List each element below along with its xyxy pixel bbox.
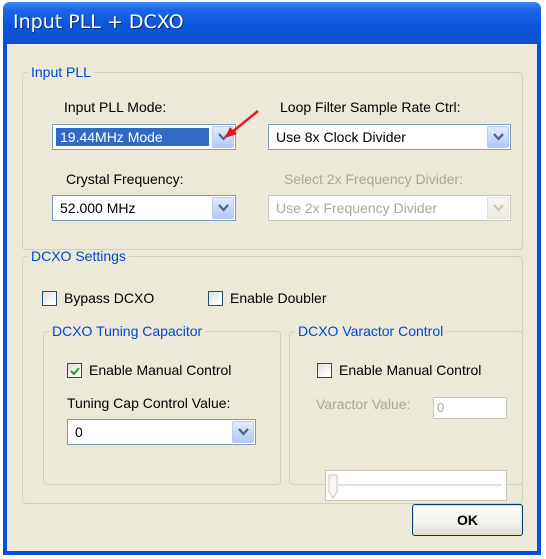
tuning-manual-control-checkbox[interactable]: Enable Manual Control xyxy=(67,362,267,382)
tuning-manual-control-checkbox-box[interactable] xyxy=(67,363,82,378)
varactor-value-label: Varactor Value: xyxy=(316,396,411,412)
bypass-dcxo-label: Bypass DCXO xyxy=(64,290,155,306)
enable-doubler-checkbox-box[interactable] xyxy=(208,291,223,306)
title-bar[interactable]: Input PLL + DCXO xyxy=(3,2,541,44)
varactor-manual-control-checkbox-box[interactable] xyxy=(317,363,332,378)
loop-filter-label: Loop Filter Sample Rate Ctrl: xyxy=(280,99,461,115)
dcxo-tuning-capacitor-legend: DCXO Tuning Capacitor xyxy=(52,323,203,339)
input-pll-mode-select[interactable]: 19.44MHz Mode xyxy=(52,124,236,150)
chevron-down-icon[interactable] xyxy=(487,126,509,148)
tuning-manual-control-label: Enable Manual Control xyxy=(89,362,232,378)
frequency-divider-value: Use 2x Frequency Divider xyxy=(276,200,438,216)
slider-thumb xyxy=(328,474,338,499)
dialog-window: Input PLL + DCXO Input PLL Input PLL Mod… xyxy=(3,2,541,555)
checkmark-icon xyxy=(70,367,80,376)
red-annotation-arrow-icon xyxy=(225,110,259,138)
bypass-dcxo-checkbox-box[interactable] xyxy=(42,291,57,306)
frequency-divider-label: Select 2x Frequency Divider: xyxy=(284,171,463,187)
input-pll-group: Input PLL xyxy=(22,64,523,250)
input-pll-mode-value: 19.44MHz Mode xyxy=(56,128,209,146)
tuning-cap-control-label: Tuning Cap Control Value: xyxy=(67,395,231,411)
tuning-cap-control-value: 0 xyxy=(75,424,83,440)
varactor-manual-control-label: Enable Manual Control xyxy=(339,362,482,378)
input-pll-legend: Input PLL xyxy=(31,64,91,80)
enable-doubler-label: Enable Doubler xyxy=(230,290,327,306)
crystal-frequency-select[interactable]: 52.000 MHz xyxy=(52,195,236,221)
enable-doubler-checkbox[interactable]: Enable Doubler xyxy=(208,290,358,310)
ok-button[interactable]: OK xyxy=(412,504,523,536)
crystal-frequency-label: Crystal Frequency: xyxy=(66,171,184,187)
frequency-divider-select: Use 2x Frequency Divider xyxy=(268,195,511,221)
tuning-cap-control-select[interactable]: 0 xyxy=(67,419,256,445)
window-title: Input PLL + DCXO xyxy=(13,11,184,33)
chevron-down-icon[interactable] xyxy=(232,421,254,443)
dialog-client-area: Input PLL Input PLL Mode: 19.44MHz Mode … xyxy=(7,44,537,551)
varactor-slider xyxy=(325,470,507,501)
dcxo-varactor-control-legend: DCXO Varactor Control xyxy=(298,323,444,339)
varactor-value-input: 0 xyxy=(433,397,507,419)
input-pll-mode-label: Input PLL Mode: xyxy=(64,99,167,115)
loop-filter-value: Use 8x Clock Divider xyxy=(276,129,406,145)
slider-rail xyxy=(330,484,502,486)
chevron-down-icon xyxy=(487,197,509,219)
crystal-frequency-value: 52.000 MHz xyxy=(60,200,136,216)
chevron-down-icon[interactable] xyxy=(212,197,234,219)
dcxo-settings-legend: DCXO Settings xyxy=(31,248,126,264)
loop-filter-select[interactable]: Use 8x Clock Divider xyxy=(268,124,511,150)
varactor-manual-control-checkbox[interactable]: Enable Manual Control xyxy=(317,362,517,382)
bypass-dcxo-checkbox[interactable]: Bypass DCXO xyxy=(42,290,192,310)
